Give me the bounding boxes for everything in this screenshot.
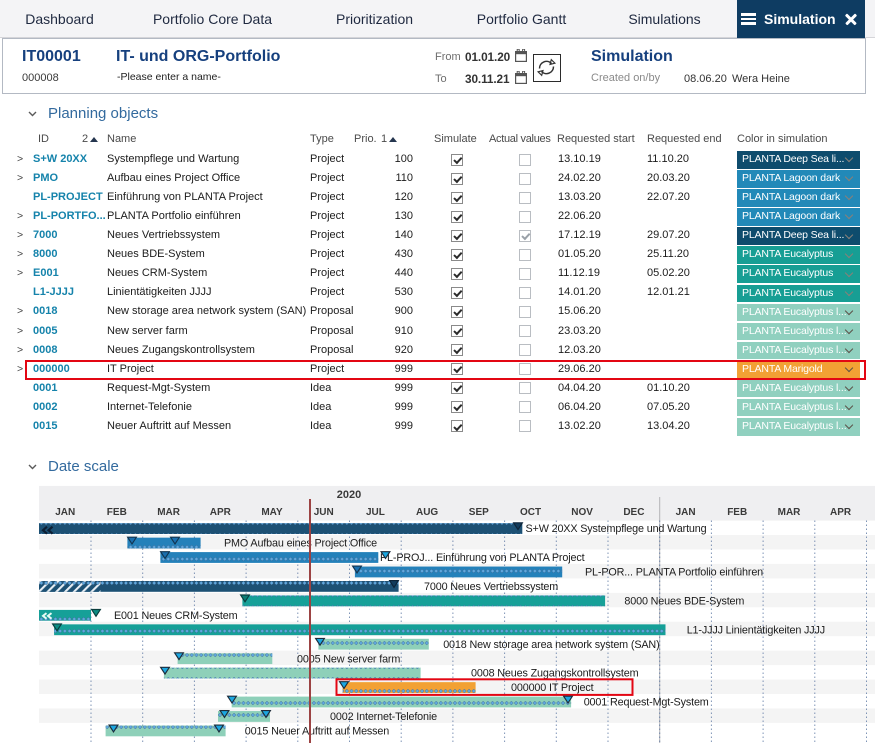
svg-text:NOV: NOV [571,507,593,518]
svg-text:PL-POR... PLANTA Portfolio ei: PL-POR... PLANTA Portfolio einführen [585,567,763,579]
svg-text:MAR: MAR [157,507,181,518]
svg-text:8000 Neues BDE-System: 8000 Neues BDE-System [624,595,744,607]
svg-text:DEC: DEC [623,507,644,518]
svg-text:0018 New storage area network: 0018 New storage area network system (SA… [443,639,659,651]
svg-text:0008 Neues Zugangskontrollsyst: 0008 Neues Zugangskontrollsystem [471,668,639,680]
svg-text:2020: 2020 [337,489,361,501]
svg-text:E001 Neues CRM-System: E001 Neues CRM-System [114,610,238,622]
svg-text:JUL: JUL [366,507,385,518]
svg-text:FEB: FEB [107,507,127,518]
svg-text:AUG: AUG [416,507,438,518]
svg-text:0015 Neuer Auftritt auf Messen: 0015 Neuer Auftritt auf Messen [245,726,389,738]
svg-text:OCT: OCT [520,507,541,518]
svg-text:L1-JJJJ Linientätigkeiten JJJJ: L1-JJJJ Linientätigkeiten JJJJ [687,624,825,636]
svg-text:PL-PROJ... Einführung von PLA: PL-PROJ... Einführung von PLANTA Project [380,552,585,564]
svg-text:S+W 20XX Systempflege und Wart: S+W 20XX Systempflege und Wartung [526,523,707,535]
svg-text:JUN: JUN [314,507,334,518]
svg-text:000000 IT Project: 000000 IT Project [511,682,594,694]
svg-text:0002 Internet-Telefonie: 0002 Internet-Telefonie [330,711,437,723]
svg-text:7000 Neues Vertriebssystem: 7000 Neues Vertriebssystem [424,581,558,593]
svg-text:0005 New server farm: 0005 New server farm [297,653,400,665]
svg-text:JAN: JAN [55,507,75,518]
svg-text:SEP: SEP [469,507,489,518]
svg-text:APR: APR [210,507,232,518]
svg-text:MAY: MAY [261,507,283,518]
svg-text:MAR: MAR [778,507,802,518]
svg-text:APR: APR [830,507,852,518]
svg-text:0001 Request-Mgt-System: 0001 Request-Mgt-System [584,697,709,709]
svg-text:FEB: FEB [727,507,747,518]
svg-text:JAN: JAN [676,507,696,518]
svg-text:PMO Aufbau eines Project Offi: PMO Aufbau eines Project Office [224,538,377,550]
